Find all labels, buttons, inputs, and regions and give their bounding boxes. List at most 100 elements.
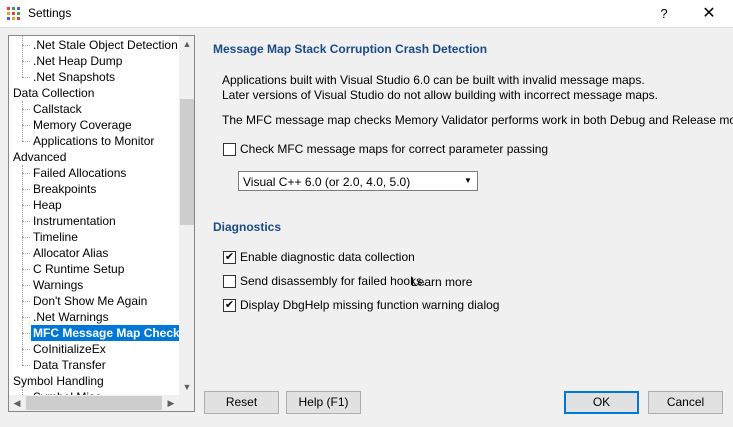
tree-item[interactable]: Don't Show Me Again [31, 293, 149, 309]
tree-item-label: Heap [33, 198, 62, 212]
learn-more-link[interactable]: Learn more [411, 275, 472, 289]
tree-item[interactable]: Timeline [31, 229, 80, 245]
check-mfc-checkbox[interactable] [223, 143, 236, 156]
tree-connector [22, 101, 23, 141]
tree-connector [22, 237, 30, 238]
vertical-scroll-thumb[interactable] [180, 99, 194, 225]
tree-connector [22, 173, 30, 174]
horizontal-scroll-thumb[interactable] [26, 396, 162, 410]
settings-grid-icon [7, 7, 20, 20]
tree-connector [22, 285, 30, 286]
tree-item[interactable]: .Net Stale Object Detection [31, 37, 179, 53]
tree-item-label: Breakpoints [33, 182, 97, 196]
ok-button[interactable]: OK [564, 391, 639, 414]
tree-connector [22, 77, 30, 78]
tree-item-label: Failed Allocations [33, 166, 127, 180]
tree-vertical-scrollbar[interactable]: ▲ ▼ [179, 36, 194, 395]
chevron-down-icon[interactable]: ▼ [460, 173, 476, 189]
settings-tree[interactable]: .Net Stale Object Detection .Net Heap Dum… [8, 35, 195, 412]
mfc-description-line-3: The MFC message map checks Memory Valida… [222, 113, 733, 127]
tree-item[interactable]: Applications to Monitor [31, 133, 156, 149]
tree-item[interactable]: CoInitializeEx [31, 341, 108, 357]
tree-item[interactable]: Symbol Handling [11, 373, 106, 389]
tree-item-label: Applications to Monitor [33, 134, 155, 148]
tree-connector [22, 45, 30, 46]
tree-item[interactable]: Advanced [11, 149, 68, 165]
tree-item-label: Allocator Alias [33, 246, 109, 260]
tree-item-label: CoInitializeEx [33, 342, 106, 356]
tree-item[interactable]: Heap [31, 197, 64, 213]
enable-diagnostic-label[interactable]: Enable diagnostic data collection [240, 250, 415, 264]
tree-connector [22, 36, 23, 77]
title-bar: Settings ? ✕ [0, 0, 733, 28]
tree-item[interactable]: C Runtime Setup [31, 261, 126, 277]
tree-connector [22, 165, 23, 365]
tree-connector [22, 61, 30, 62]
tree-connector [22, 221, 30, 222]
tree-item-label: .Net Warnings [33, 310, 109, 324]
tree-item-label: Advanced [13, 150, 67, 164]
tree-item-label: MFC Message Map Check [31, 325, 179, 341]
enable-diagnostic-checkbox[interactable]: ✔ [223, 251, 236, 264]
tree-connector [22, 125, 30, 126]
tree-connector [22, 109, 30, 110]
tree-connector [22, 365, 30, 366]
tree-connector [22, 253, 30, 254]
tree-item[interactable]: Data Transfer [31, 357, 108, 373]
tree-connector [22, 317, 30, 318]
tree-item[interactable]: Warnings [31, 277, 85, 293]
tree-connector [22, 141, 30, 142]
check-mfc-label[interactable]: Check MFC message maps for correct param… [240, 142, 548, 156]
tree-item-label: Don't Show Me Again [33, 294, 148, 308]
tree-item[interactable]: .Net Snapshots [31, 69, 117, 85]
diagnostics-section-title: Diagnostics [213, 220, 282, 234]
help-title-button[interactable]: ? [651, 4, 677, 24]
tree-item[interactable]: Memory Coverage [31, 117, 134, 133]
tree-connector [22, 333, 30, 334]
reset-button[interactable]: Reset [204, 391, 279, 414]
tree-horizontal-scrollbar[interactable]: ◀ ▶ [9, 395, 179, 411]
scrollbar-corner [179, 395, 194, 411]
tree-item[interactable]: .Net Warnings [31, 309, 111, 325]
mfc-description-line-1: Applications built with Visual Studio 6.… [222, 73, 645, 87]
tree-item-label: Callstack [33, 102, 82, 116]
tree-item[interactable]: MFC Message Map Check [31, 325, 179, 341]
tree-item[interactable]: Breakpoints [31, 181, 98, 197]
tree-item[interactable]: Allocator Alias [31, 245, 110, 261]
scroll-up-icon[interactable]: ▲ [179, 36, 194, 52]
tree-viewport: .Net Stale Object Detection .Net Heap Dum… [9, 36, 179, 395]
dbghelp-warning-label[interactable]: Display DbgHelp missing function warning… [240, 298, 499, 312]
tree-item-label: Data Transfer [33, 358, 106, 372]
compiler-version-select[interactable]: Visual C++ 6.0 (or 2.0, 4.0, 5.0) ▼ [238, 171, 478, 191]
compiler-version-value: Visual C++ 6.0 (or 2.0, 4.0, 5.0) [243, 175, 411, 189]
scroll-right-icon[interactable]: ▶ [163, 395, 179, 411]
help-button[interactable]: Help (F1) [286, 391, 361, 414]
tree-item-label: Data Collection [13, 86, 95, 100]
tree-item-label: Warnings [33, 278, 84, 292]
dbghelp-warning-checkbox[interactable]: ✔ [223, 299, 236, 312]
tree-item-label: .Net Snapshots [33, 70, 116, 84]
tree-item-label: Instrumentation [33, 214, 116, 228]
tree-connector [22, 269, 30, 270]
scroll-down-icon[interactable]: ▼ [179, 379, 194, 395]
tree-connector [22, 301, 30, 302]
scroll-left-icon[interactable]: ◀ [9, 395, 25, 411]
cancel-button[interactable]: Cancel [648, 391, 723, 414]
tree-item[interactable]: Data Collection [11, 85, 96, 101]
tree-item-label: C Runtime Setup [33, 262, 125, 276]
tree-item-label: Memory Coverage [33, 118, 132, 132]
mfc-description-line-2: Later versions of Visual Studio do not a… [222, 88, 659, 102]
tree-item-label: Symbol Handling [13, 374, 104, 388]
tree-item[interactable]: Failed Allocations [31, 165, 128, 181]
tree-item-label: Timeline [33, 230, 78, 244]
tree-item[interactable]: Callstack [31, 101, 84, 117]
send-disassembly-checkbox[interactable] [223, 275, 236, 288]
tree-item-label: .Net Heap Dump [33, 54, 123, 68]
tree-item[interactable]: .Net Heap Dump [31, 53, 124, 69]
tree-connector [22, 189, 30, 190]
window-title: Settings [28, 6, 72, 20]
tree-connector [22, 349, 30, 350]
send-disassembly-label[interactable]: Send disassembly for failed hooks. [240, 274, 425, 288]
close-button[interactable]: ✕ [696, 4, 722, 24]
tree-item[interactable]: Instrumentation [31, 213, 118, 229]
